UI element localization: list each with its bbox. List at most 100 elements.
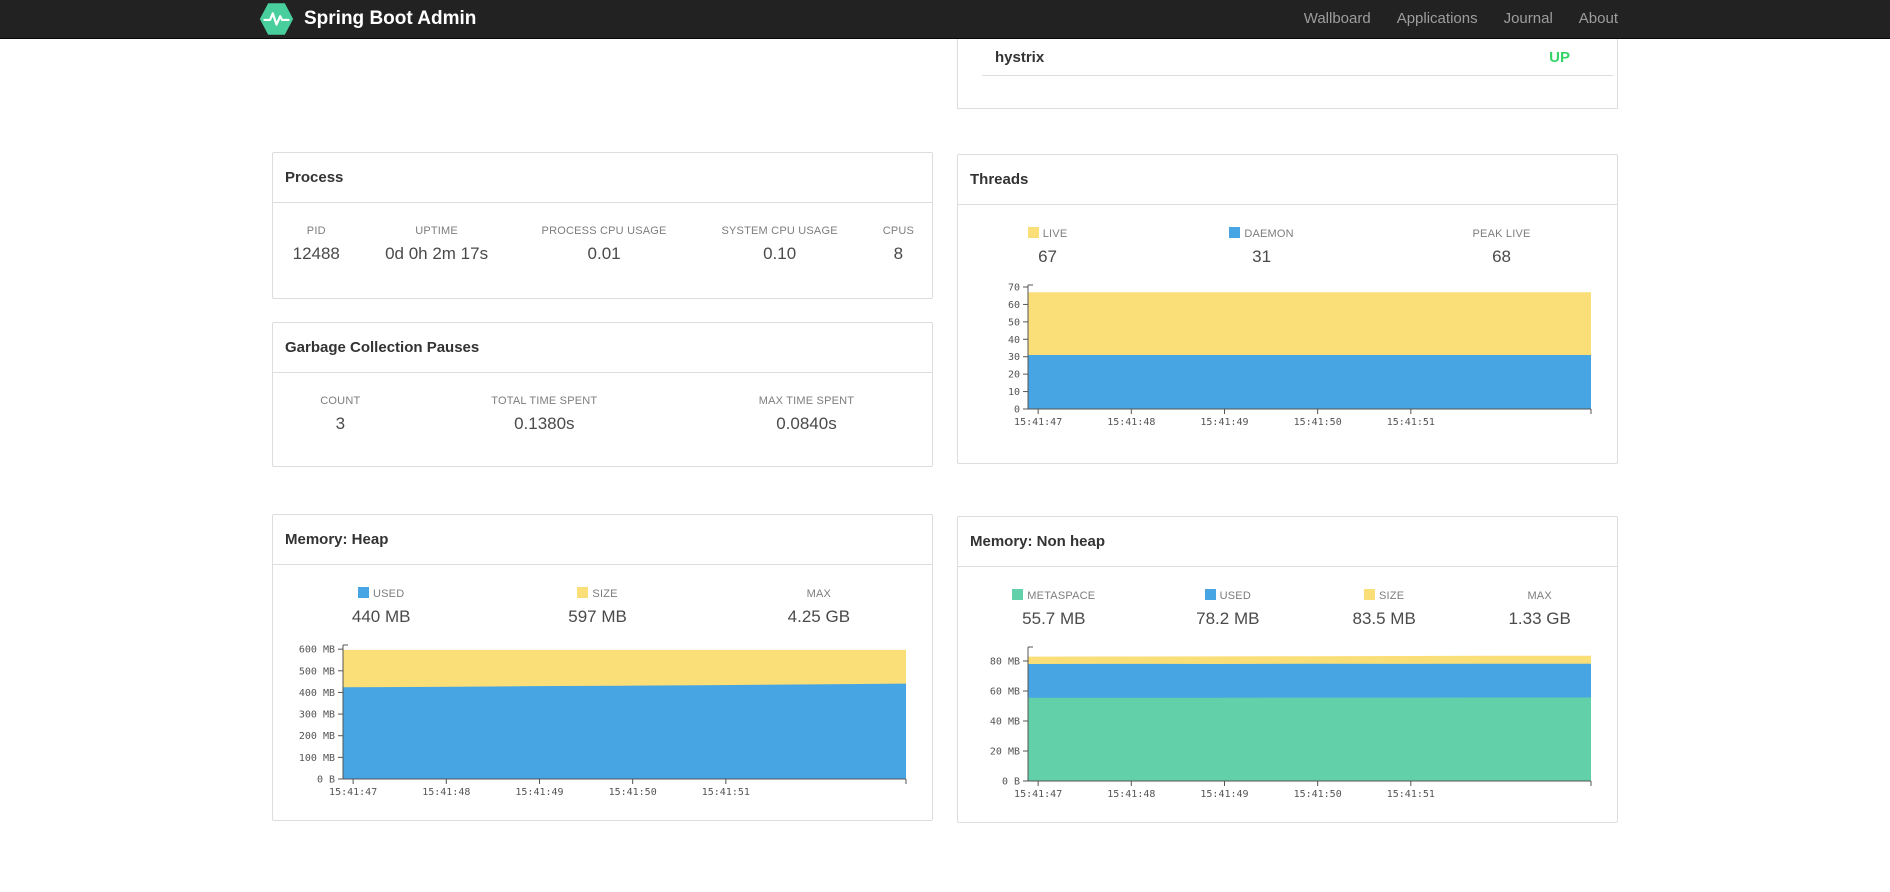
stat-label: MAX TIME SPENT (758, 395, 855, 407)
process-panel-title: Process (273, 153, 932, 203)
stat-value: 55.7 MB (1022, 609, 1086, 628)
memory-nonheap-panel-title: Memory: Non heap (958, 517, 1617, 567)
svg-text:200 MB: 200 MB (299, 731, 335, 742)
stat-value: 0d 0h 2m 17s (385, 244, 489, 263)
nav-links: Wallboard Applications Journal About (1291, 0, 1618, 38)
svg-text:0: 0 (1014, 405, 1020, 416)
svg-text:50: 50 (1008, 317, 1020, 328)
brand-title: Spring Boot Admin (304, 8, 477, 29)
svg-text:20: 20 (1008, 370, 1020, 381)
stat-value: 78.2 MB (1196, 609, 1260, 628)
stat-value: 12488 (292, 244, 340, 263)
stat-value: 83.5 MB (1352, 609, 1416, 628)
stat-value: 0.0840s (776, 414, 837, 433)
threads-chart: 0 10 20 30 40 50 60 70 15:41:47 15:41:48 15:41:49 1… (972, 281, 1597, 431)
stat-value: 31 (1252, 247, 1272, 266)
stat-value: 0.10 (763, 244, 797, 263)
svg-text:400 MB: 400 MB (299, 688, 335, 699)
process-stats: PID UPTIME PROCESS CPU USAGE SYSTEM CPU USA… (273, 223, 932, 266)
application-row[interactable]: hystrix UP (982, 39, 1613, 75)
legend-swatch-icon (577, 587, 589, 598)
right-column: hystrix UP Threads LIVE DAEMON PEAK LIVE 67… (957, 39, 1618, 823)
svg-text:15:41:50: 15:41:50 (609, 787, 657, 798)
stat-label: SYSTEM CPU USAGE (721, 225, 838, 237)
nav-item-about[interactable]: About (1566, 0, 1618, 38)
stat-value: 0.1380s (514, 414, 575, 433)
svg-text:15:41:51: 15:41:51 (1387, 789, 1435, 800)
application-name: hystrix (995, 48, 1045, 66)
threads-panel: Threads LIVE DAEMON PEAK LIVE 67 31 68 0 10 20 3… (957, 154, 1618, 464)
svg-text:70: 70 (1008, 283, 1020, 294)
svg-text:15:41:49: 15:41:49 (515, 787, 563, 798)
svg-text:15:41:47: 15:41:47 (1014, 789, 1062, 800)
nav-item-applications[interactable]: Applications (1384, 0, 1491, 38)
stat-label: PEAK LIVE (1472, 228, 1531, 240)
stat-value: 3 (335, 414, 346, 433)
stat-label: MAX (1527, 590, 1552, 602)
svg-text:0 B: 0 B (1002, 777, 1020, 788)
nav-item-journal[interactable]: Journal (1491, 0, 1566, 38)
stat-value: 67 (1038, 247, 1058, 266)
threads-stats: LIVE DAEMON PEAK LIVE 67 31 68 (958, 225, 1617, 269)
brand-logo-icon (259, 3, 294, 35)
stat-value: 1.33 GB (1508, 609, 1571, 628)
gc-stats: COUNT TOTAL TIME SPENT MAX TIME SPENT 3 0.13… (273, 393, 932, 436)
svg-text:15:41:50: 15:41:50 (1294, 417, 1342, 428)
svg-text:600 MB: 600 MB (299, 645, 335, 656)
legend-swatch-icon (1012, 589, 1024, 600)
svg-text:15:41:48: 15:41:48 (1107, 417, 1155, 428)
stat-value: 68 (1492, 247, 1511, 266)
memory-nonheap-panel: Memory: Non heap METASPACE USED SIZE MAX 55.… (957, 516, 1618, 823)
svg-text:15:41:49: 15:41:49 (1200, 789, 1248, 800)
page-content: Process PID UPTIME PROCESS CPU USAGE SYSTEM… (272, 39, 1618, 823)
legend-swatch-icon (1027, 227, 1039, 238)
svg-text:0 B: 0 B (317, 775, 335, 786)
stat-label: PROCESS CPU USAGE (541, 225, 667, 237)
svg-text:10: 10 (1008, 387, 1020, 398)
stat-label: UPTIME (415, 225, 458, 237)
threads-panel-title: Threads (958, 155, 1617, 205)
navbar-container: Spring Boot Admin Wallboard Applications… (259, 0, 1618, 38)
svg-text:500 MB: 500 MB (299, 666, 335, 677)
svg-text:20 MB: 20 MB (990, 747, 1020, 758)
application-row-wrap: hystrix UP (982, 39, 1613, 76)
memory-nonheap-stats: METASPACE USED SIZE MAX 55.7 MB 78.2 MB 83.5 M… (958, 587, 1617, 631)
stat-value: 440 MB (351, 607, 411, 626)
svg-text:15:41:48: 15:41:48 (1107, 789, 1155, 800)
brand[interactable]: Spring Boot Admin (258, 2, 476, 36)
svg-text:15:41:47: 15:41:47 (329, 787, 377, 798)
memory-heap-panel: Memory: Heap USED SIZE MAX 440 MB 597 MB 4.25… (272, 514, 933, 821)
stat-label: METASPACE (958, 587, 1150, 602)
stat-value: 0.01 (587, 244, 621, 263)
svg-text:300 MB: 300 MB (299, 710, 335, 721)
legend-swatch-icon (1204, 589, 1216, 600)
stat-label: USED (273, 585, 489, 600)
memory-heap-stats: USED SIZE MAX 440 MB 597 MB 4.25 GB (273, 585, 932, 629)
left-column: Process PID UPTIME PROCESS CPU USAGE SYSTEM… (272, 39, 933, 823)
legend-swatch-icon (1229, 227, 1241, 238)
stat-label: TOTAL TIME SPENT (491, 395, 598, 407)
stat-value: 8 (893, 244, 904, 263)
svg-text:40: 40 (1008, 335, 1020, 346)
nav-item-wallboard[interactable]: Wallboard (1291, 0, 1384, 38)
stat-label: USED (1150, 587, 1306, 602)
stat-label: MAX (806, 588, 832, 600)
memory-heap-chart: 0 B 100 MB 200 MB 300 MB 400 MB 500 MB 600 MB 1… (287, 641, 912, 801)
gc-panel: Garbage Collection Pauses COUNT TOTAL TIM… (272, 322, 933, 467)
application-status-badge: UP (1549, 48, 1570, 66)
stat-label: DAEMON (1137, 225, 1386, 240)
svg-text:15:41:49: 15:41:49 (1200, 417, 1248, 428)
svg-text:60 MB: 60 MB (990, 687, 1020, 698)
svg-text:30: 30 (1008, 352, 1020, 363)
navbar: Spring Boot Admin Wallboard Applications… (0, 0, 1890, 39)
svg-text:100 MB: 100 MB (299, 753, 335, 764)
nonheap-chart-svg: 0 B 20 MB 40 MB 60 MB 80 MB 15:41:47 15:41:48 1… (990, 646, 1592, 800)
svg-text:15:41:48: 15:41:48 (422, 787, 470, 798)
threads-chart-svg: 0 10 20 30 40 50 60 70 15:41:47 15:41:48 15:41:49 1… (1008, 283, 1592, 428)
stat-value: 4.25 GB (787, 607, 851, 626)
legend-swatch-icon (357, 587, 369, 598)
svg-text:15:41:51: 15:41:51 (1387, 417, 1435, 428)
stat-label: CPUS (882, 225, 915, 237)
applications-panel: hystrix UP (957, 39, 1618, 109)
svg-text:80 MB: 80 MB (990, 657, 1020, 668)
